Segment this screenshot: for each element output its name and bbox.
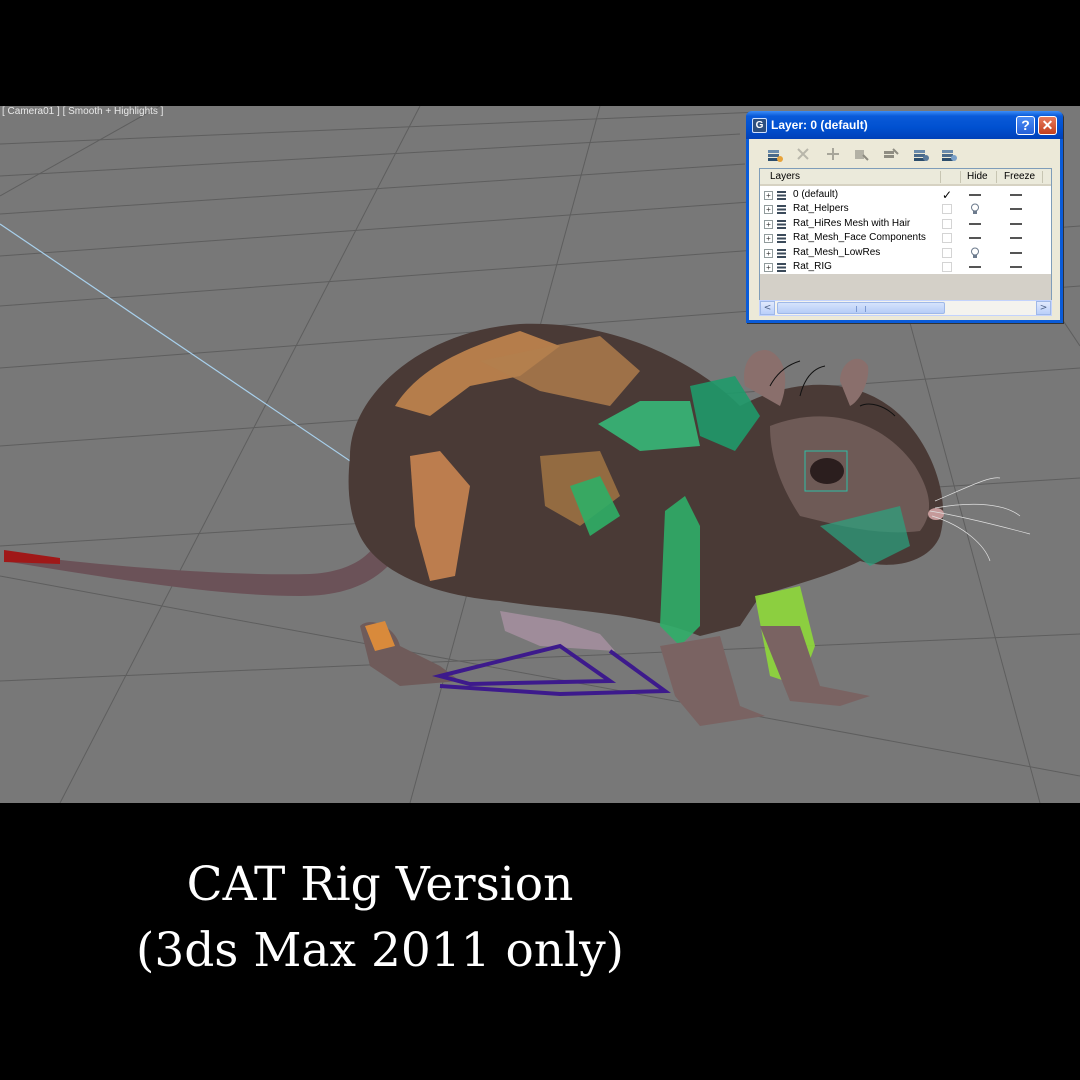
hide-all-icon[interactable] [911,145,931,163]
horizontal-scrollbar[interactable]: < > [759,300,1052,316]
freeze-dash-icon[interactable] [1010,222,1022,225]
visible-dash-icon[interactable] [968,232,982,244]
freeze-all-icon[interactable] [939,145,959,163]
caption-area: CAT Rig Version (3ds Max 2011 only) [0,803,1080,1080]
expand-icon[interactable]: + [764,191,773,200]
select-objects-icon[interactable] [851,145,871,163]
expand-icon[interactable]: + [764,205,773,215]
current-layer-checkbox[interactable] [942,247,952,258]
expand-icon[interactable]: + [764,234,773,244]
layer-row[interactable]: + Rat_Helpers [760,202,1051,216]
current-layer-checkbox[interactable] [942,261,952,272]
expand-icon[interactable]: + [764,248,773,258]
layer-rows: +0 (default) ✓ + Rat_Helpers + Rat_HiRes Mesh… [760,188,1051,274]
column-freeze[interactable]: Freeze [1004,171,1035,182]
caption-title: CAT Rig Version [186,857,574,912]
layer-list-empty-area [760,274,1051,300]
layer-row[interactable]: + Rat_Mesh_Face Components [760,231,1051,245]
layer-name[interactable]: Rat_HiRes Mesh with Hair [793,218,910,229]
freeze-dash-icon[interactable] [1010,208,1022,211]
layer-row[interactable]: + Rat_HiRes Mesh with Hair [760,217,1051,231]
layer-name[interactable]: Rat_Mesh_Face Components [793,232,926,243]
close-button[interactable]: ✕ [1038,116,1057,135]
layer-row[interactable]: +0 (default) ✓ [760,188,1051,202]
hidden-bulb-icon[interactable] [968,247,982,259]
layer-stack-icon [777,191,786,200]
layer-list[interactable]: Layers Hide Freeze +0 (default) ✓ + Rat_Hel… [759,168,1052,300]
hidden-bulb-icon[interactable] [968,203,982,215]
expand-icon[interactable]: + [764,262,773,272]
visible-dash-icon[interactable] [968,261,982,273]
dialog-title: Layer: 0 (default) [771,118,868,132]
visible-dash-icon[interactable] [968,218,982,230]
column-layers[interactable]: Layers [770,171,800,182]
layer-stack-icon [777,234,786,244]
current-layer-checkmark[interactable]: ✓ [942,189,952,201]
column-hide[interactable]: Hide [967,171,988,182]
create-layer-icon[interactable] [765,145,785,163]
viewport-label[interactable]: [ Camera01 ] [ Smooth + Highlights ] [2,106,163,117]
layer-stack-icon [777,248,786,258]
visible-dash-icon[interactable] [968,189,982,201]
layer-name[interactable]: Rat_Mesh_LowRes [793,247,880,258]
layer-stack-icon [777,262,786,272]
delete-layer-icon[interactable] [793,145,813,163]
layer-stack-icon [777,205,786,215]
expand-icon[interactable]: + [764,219,773,229]
freeze-dash-icon[interactable] [1010,194,1022,196]
highlight-layer-icon[interactable] [881,145,901,163]
rat-model[interactable] [4,323,1031,726]
layer-name[interactable]: 0 (default) [793,189,838,200]
layer-name[interactable]: Rat_Helpers [793,203,849,214]
scroll-right-button[interactable]: > [1036,301,1051,315]
freeze-dash-icon[interactable] [1010,265,1022,268]
camera-target-line [0,223,391,489]
current-layer-checkbox[interactable] [942,204,952,215]
layer-stack-icon [777,219,786,229]
scroll-thumb[interactable] [777,302,945,314]
layer-row[interactable]: + Rat_Mesh_LowRes [760,246,1051,260]
layer-row[interactable]: + Rat_RIG [760,260,1051,274]
dialog-titlebar[interactable]: G Layer: 0 (default) ? ✕ [746,111,1063,139]
add-selection-icon[interactable] [823,145,843,163]
layer-list-header: Layers Hide Freeze [760,169,1051,186]
caption-subtitle: (3ds Max 2011 only) [135,923,624,978]
layer-dialog: G Layer: 0 (default) ? ✕ Layers Hide Fre… [746,111,1063,323]
freeze-dash-icon[interactable] [1010,237,1022,240]
help-button[interactable]: ? [1016,116,1035,135]
scroll-left-button[interactable]: < [760,301,775,315]
layer-toolbar [757,143,1057,165]
current-layer-checkbox[interactable] [942,218,952,229]
freeze-dash-icon[interactable] [1010,251,1022,254]
layer-name[interactable]: Rat_RIG [793,261,832,272]
top-black-bar [0,0,1080,106]
app-icon: G [752,118,767,133]
current-layer-checkbox[interactable] [942,233,952,244]
